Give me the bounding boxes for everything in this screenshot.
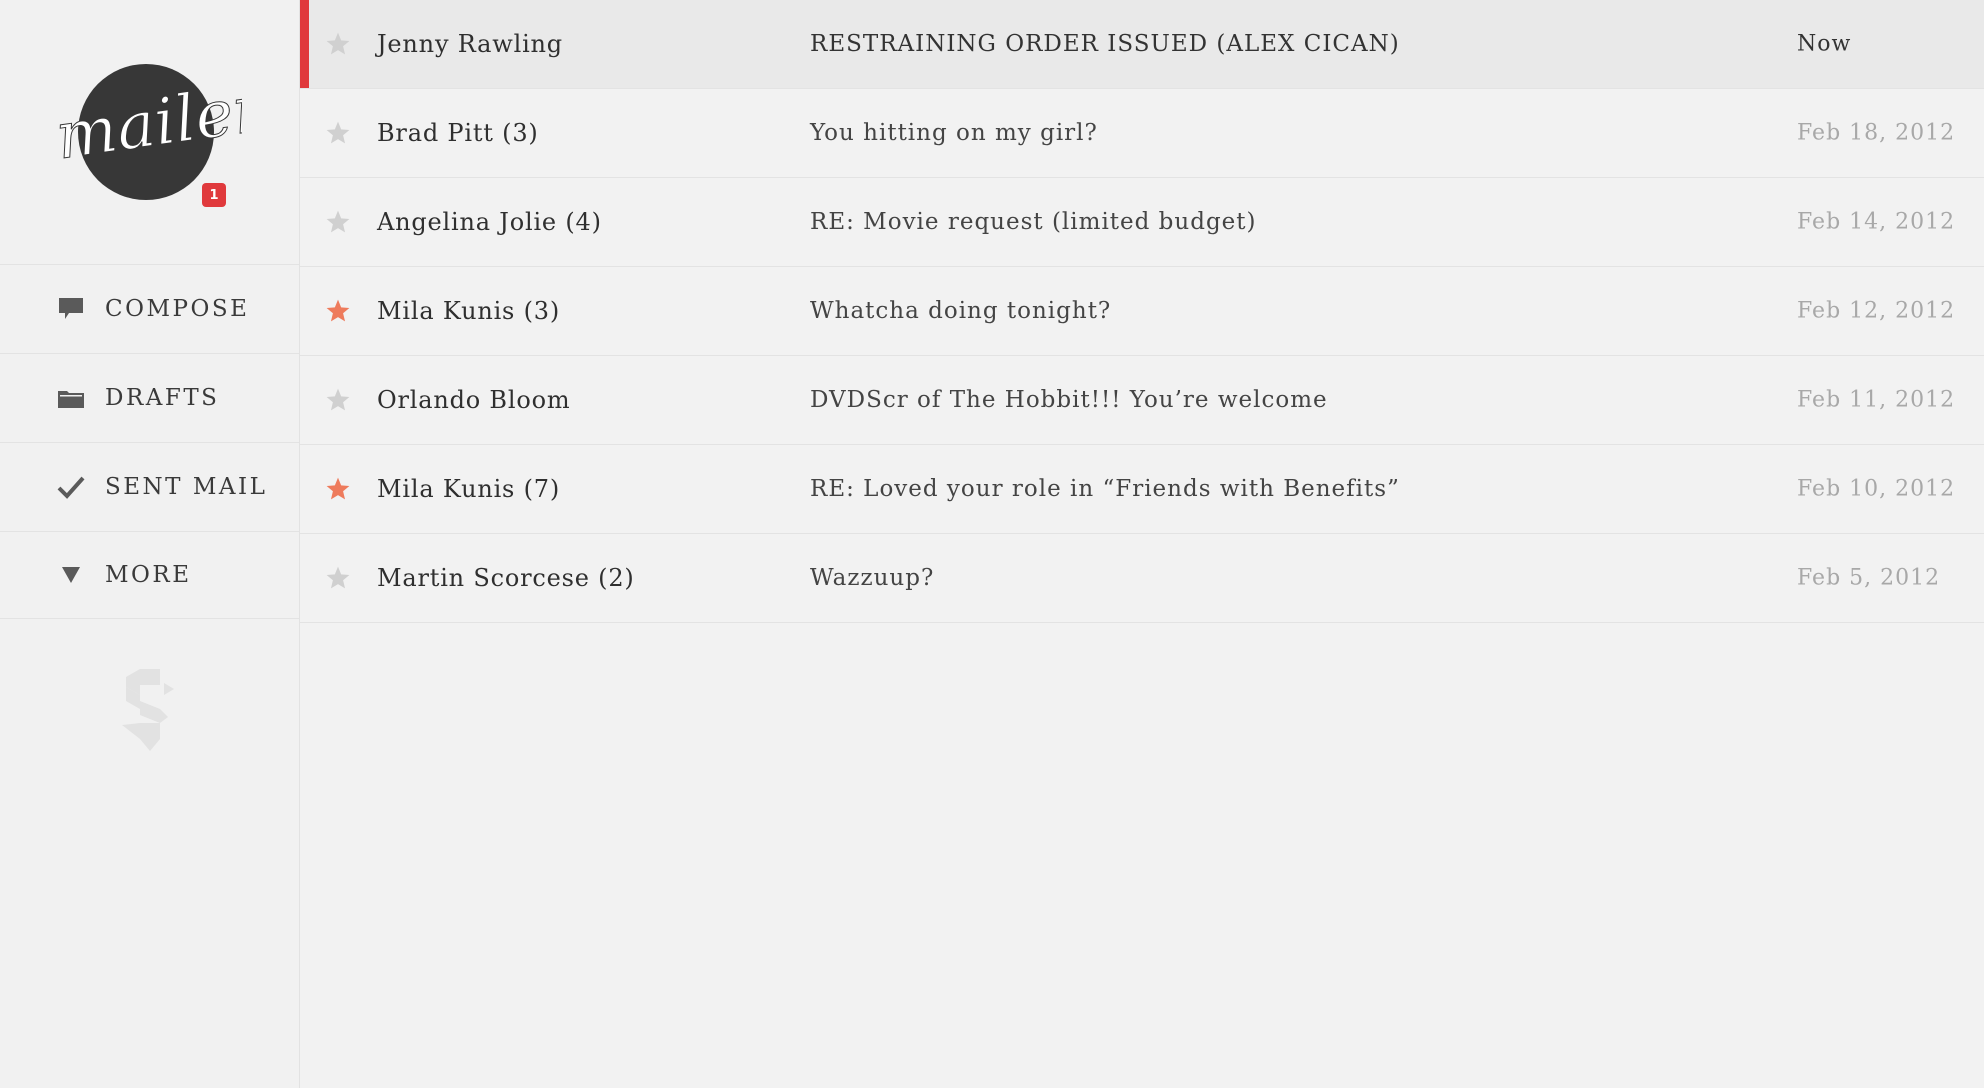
message-row[interactable]: Mila Kunis (7) RE: Loved your role in “F…: [300, 445, 1984, 534]
nav-compose[interactable]: COMPOSE: [0, 265, 299, 354]
checkmark-icon: [56, 472, 86, 502]
sidebar: mailer 1 COMPOSE DRAFTS SENT MAIL MORE: [0, 0, 300, 1088]
message-list: Jenny Rawling RESTRAINING ORDER ISSUED (…: [300, 0, 1984, 623]
nav-sent-mail-label: SENT MAIL: [105, 474, 268, 500]
message-sender: Brad Pitt (3): [377, 119, 539, 147]
nav-more-label: MORE: [105, 562, 192, 588]
message-subject: Wazzuup?: [810, 565, 935, 591]
message-subject: Whatcha doing tonight?: [810, 298, 1112, 324]
message-row[interactable]: Angelina Jolie (4) RE: Movie request (li…: [300, 178, 1984, 267]
message-subject: RE: Loved your role in “Friends with Ben…: [810, 476, 1400, 502]
speech-bubble-icon: [56, 294, 86, 324]
message-sender: Jenny Rawling: [377, 30, 563, 58]
star-icon[interactable]: [325, 387, 351, 413]
message-row[interactable]: Brad Pitt (3) You hitting on my girl? Fe…: [300, 89, 1984, 178]
nav-sent-mail[interactable]: SENT MAIL: [0, 443, 299, 532]
nav-compose-label: COMPOSE: [105, 296, 250, 322]
nav-drafts[interactable]: DRAFTS: [0, 354, 299, 443]
unread-indicator: [300, 0, 309, 88]
nav-drafts-label: DRAFTS: [105, 385, 220, 411]
message-date: Feb 12, 2012: [1797, 298, 1956, 324]
message-row[interactable]: Orlando Bloom DVDScr of The Hobbit!!! Yo…: [300, 356, 1984, 445]
triangle-down-icon: [56, 560, 86, 590]
message-date: Feb 5, 2012: [1797, 565, 1941, 591]
message-row[interactable]: Mila Kunis (3) Whatcha doing tonight? Fe…: [300, 267, 1984, 356]
star-icon[interactable]: [325, 298, 351, 324]
message-subject: You hitting on my girl?: [810, 120, 1098, 146]
message-row[interactable]: Jenny Rawling RESTRAINING ORDER ISSUED (…: [300, 0, 1984, 89]
message-date: Feb 14, 2012: [1797, 209, 1956, 235]
star-icon[interactable]: [325, 31, 351, 57]
nav-more[interactable]: MORE: [0, 532, 299, 619]
star-icon[interactable]: [325, 120, 351, 146]
message-date: Feb 10, 2012: [1797, 476, 1956, 502]
folder-icon: [56, 383, 86, 413]
brand-mark-icon: [122, 669, 174, 751]
message-subject: RE: Movie request (limited budget): [810, 209, 1257, 235]
message-sender: Martin Scorcese (2): [377, 564, 635, 592]
message-date: Feb 11, 2012: [1797, 387, 1956, 413]
logo-area: mailer 1: [0, 0, 299, 265]
star-icon[interactable]: [325, 209, 351, 235]
logo-wordmark: mailer: [52, 76, 242, 175]
svg-text:mailer: mailer: [52, 76, 242, 174]
message-sender: Orlando Bloom: [377, 386, 571, 414]
message-sender: Mila Kunis (3): [377, 297, 560, 325]
message-sender: Angelina Jolie (4): [377, 208, 602, 236]
message-date: Feb 18, 2012: [1797, 120, 1956, 146]
star-icon[interactable]: [325, 476, 351, 502]
star-icon[interactable]: [325, 565, 351, 591]
unread-badge[interactable]: 1: [202, 183, 226, 207]
message-date: Now: [1797, 31, 1852, 57]
message-sender: Mila Kunis (7): [377, 475, 560, 503]
message-subject: RESTRAINING ORDER ISSUED (ALEX CICAN): [810, 31, 1400, 57]
message-row[interactable]: Martin Scorcese (2) Wazzuup? Feb 5, 2012: [300, 534, 1984, 623]
message-subject: DVDScr of The Hobbit!!! You’re welcome: [810, 387, 1328, 413]
